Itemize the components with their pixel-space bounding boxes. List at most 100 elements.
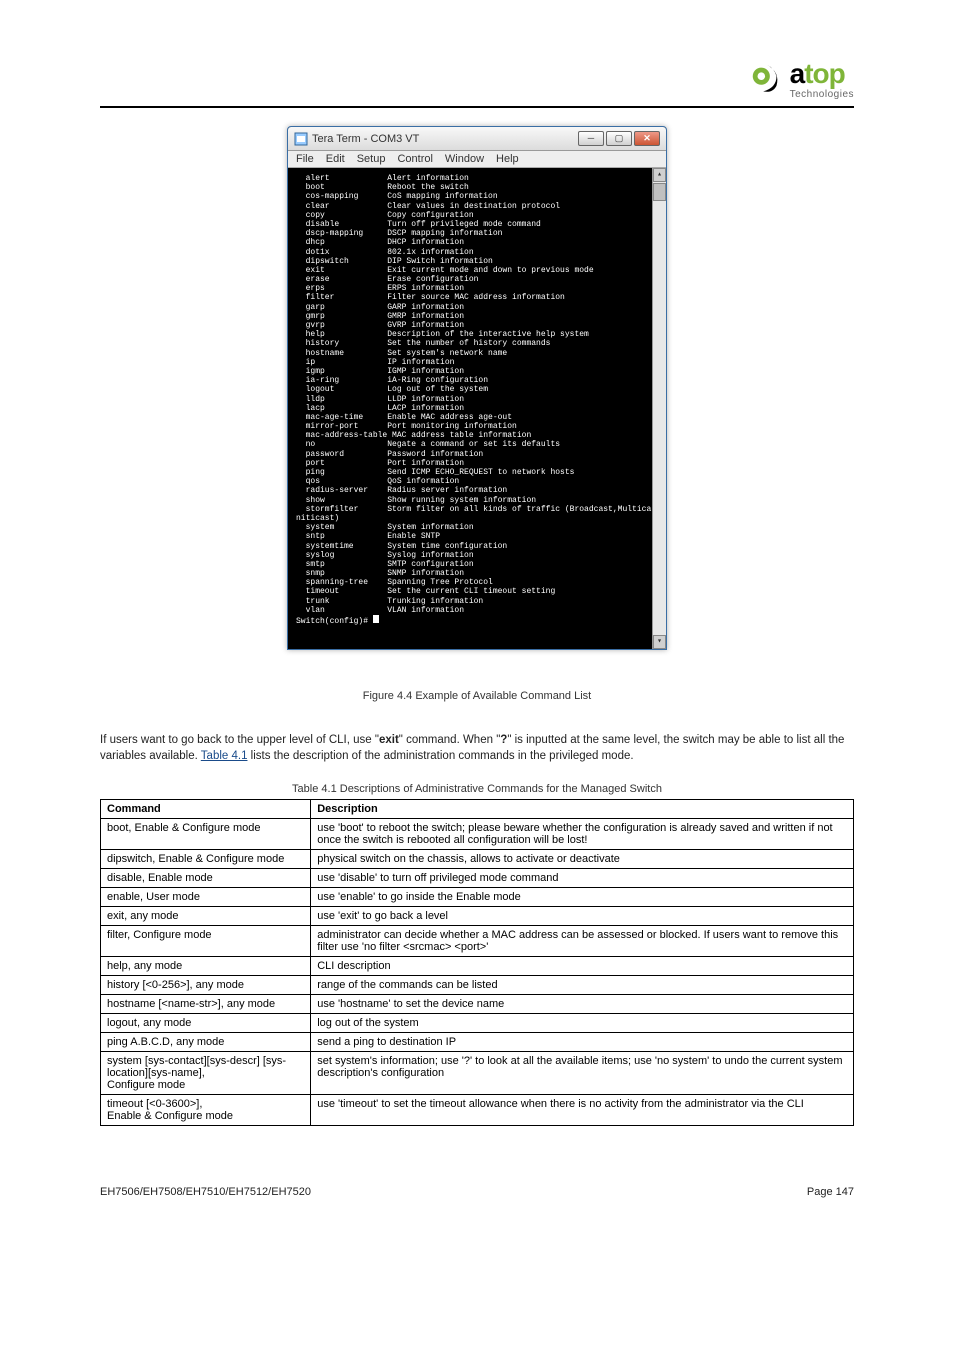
terminal-line: cos-mapping CoS mapping information — [296, 192, 658, 201]
terminal-line: syslog Syslog information — [296, 551, 658, 560]
terminal-line: no Negate a command or set its defaults — [296, 440, 658, 449]
table-row: logout, any modelog out of the system — [101, 1013, 854, 1032]
scrollbar[interactable]: ▴ ▾ — [652, 168, 666, 649]
terminal-line: password Password information — [296, 450, 658, 459]
table-row: ping A.B.C.D, any modesend a ping to des… — [101, 1032, 854, 1051]
footer-left: EH7506/EH7508/EH7510/EH7512/EH7520 — [100, 1186, 311, 1198]
table-cell: log out of the system — [311, 1013, 854, 1032]
table-row: disable, Enable modeuse 'disable' to tur… — [101, 868, 854, 887]
terminal-line: qos QoS information — [296, 477, 658, 486]
terminal-line: igmp IGMP information — [296, 367, 658, 376]
terminal-line: copy Copy configuration — [296, 211, 658, 220]
table-cell: system [sys-contact][sys-descr] [sys-loc… — [101, 1051, 311, 1094]
table-cell: use 'exit' to go back a level — [311, 906, 854, 925]
table-row: system [sys-contact][sys-descr] [sys-loc… — [101, 1051, 854, 1094]
table-cell: CLI description — [311, 956, 854, 975]
table-cell: help, any mode — [101, 956, 311, 975]
col-description: Description — [311, 799, 854, 818]
window-title-bar[interactable]: Tera Term - COM3 VT ─ ▢ ✕ — [288, 127, 666, 151]
terminal-line: dhcp DHCP information — [296, 238, 658, 247]
terminal-line: system System information — [296, 523, 658, 532]
table-row: timeout [<0-3600>], Enable & Configure m… — [101, 1094, 854, 1125]
table-cell: set system's information; use '?' to loo… — [311, 1051, 854, 1094]
terminal-line: help Description of the interactive help… — [296, 330, 658, 339]
table-row: hostname [<name-str>], any modeuse 'host… — [101, 994, 854, 1013]
menu-help[interactable]: Help — [496, 153, 519, 165]
terminal-line: timeout Set the current CLI timeout sett… — [296, 587, 658, 596]
table-row: enable, User modeuse 'enable' to go insi… — [101, 887, 854, 906]
table-cell: disable, Enable mode — [101, 868, 311, 887]
table-cell: use 'timeout' to set the timeout allowan… — [311, 1094, 854, 1125]
table-cell: exit, any mode — [101, 906, 311, 925]
terminal-line: lldp LLDP information — [296, 395, 658, 404]
terminal-line: mac-address-table MAC address table info… — [296, 431, 658, 440]
terminal-line: show Show running system information — [296, 496, 658, 505]
menu-window[interactable]: Window — [445, 153, 484, 165]
table-cell: enable, User mode — [101, 887, 311, 906]
terminal-line: ia-ring iA-Ring configuration — [296, 376, 658, 385]
terminal-line: smtp SMTP configuration — [296, 560, 658, 569]
table-caption: Table 4.1 Descriptions of Administrative… — [100, 783, 854, 795]
body-paragraph: If users want to go back to the upper le… — [100, 732, 854, 765]
terminal-line: dscp-mapping DSCP mapping information — [296, 229, 658, 238]
maximize-button[interactable]: ▢ — [606, 131, 632, 146]
terminal-line: spanning-tree Spanning Tree Protocol — [296, 578, 658, 587]
figure-caption: Figure 4.4 Example of Available Command … — [100, 690, 854, 702]
table-row: exit, any modeuse 'exit' to go back a le… — [101, 906, 854, 925]
terminal-line: stormfilter Storm filter on all kinds of… — [296, 505, 658, 514]
terminal-line: alert Alert information — [296, 174, 658, 183]
table-cell: use 'enable' to go inside the Enable mod… — [311, 887, 854, 906]
page-header: atop Technologies — [100, 60, 854, 108]
terminal-line: erase Erase configuration — [296, 275, 658, 284]
menu-setup[interactable]: Setup — [357, 153, 386, 165]
logo-subtext: Technologies — [790, 90, 854, 100]
terminal-line: mirror-port Port monitoring information — [296, 422, 658, 431]
app-icon — [294, 132, 308, 146]
terminal-line: dipswitch DIP Switch information — [296, 257, 658, 266]
terminal-line: sntp Enable SNTP — [296, 532, 658, 541]
menu-edit[interactable]: Edit — [326, 153, 345, 165]
table-row: history [<0-256>], any moderange of the … — [101, 975, 854, 994]
terminal-line: snmp SNMP information — [296, 569, 658, 578]
terminal-output[interactable]: alert Alert information boot Reboot the … — [288, 168, 666, 649]
logo: atop Technologies — [748, 60, 854, 100]
terminal-line: filter Filter source MAC address informa… — [296, 293, 658, 302]
table-cell: boot, Enable & Configure mode — [101, 818, 311, 849]
window-title: Tera Term - COM3 VT — [312, 133, 578, 145]
terminal-line: logout Log out of the system — [296, 385, 658, 394]
terminal-line: lacp LACP information — [296, 404, 658, 413]
terminal-line: systemtime System time configuration — [296, 542, 658, 551]
table-cell: physical switch on the chassis, allows t… — [311, 849, 854, 868]
terminal-line: boot Reboot the switch — [296, 183, 658, 192]
menu-file[interactable]: File — [296, 153, 314, 165]
table-row: dipswitch, Enable & Configure modephysic… — [101, 849, 854, 868]
table-cell: use 'boot' to reboot the switch; please … — [311, 818, 854, 849]
terminal-line: ping Send ICMP ECHO_REQUEST to network h… — [296, 468, 658, 477]
cursor-icon — [373, 615, 379, 623]
terminal-line: history Set the number of history comman… — [296, 339, 658, 348]
terminal-line: port Port information — [296, 459, 658, 468]
terminal-line: garp GARP information — [296, 303, 658, 312]
table-cell: history [<0-256>], any mode — [101, 975, 311, 994]
scroll-thumb[interactable] — [653, 183, 666, 201]
terminal-line: erps ERPS information — [296, 284, 658, 293]
footer-right: Page 147 — [807, 1186, 854, 1198]
scroll-down-icon[interactable]: ▾ — [653, 635, 666, 649]
terminal-line: gvrp GVRP information — [296, 321, 658, 330]
terminal-line: radius-server Radius server information — [296, 486, 658, 495]
minimize-button[interactable]: ─ — [578, 131, 604, 146]
table-cell: use 'disable' to turn off privileged mod… — [311, 868, 854, 887]
close-button[interactable]: ✕ — [634, 131, 660, 146]
logo-mark-icon — [748, 61, 786, 99]
command-table: Command Description boot, Enable & Confi… — [100, 799, 854, 1126]
scroll-up-icon[interactable]: ▴ — [653, 168, 666, 182]
menu-bar: File Edit Setup Control Window Help — [288, 151, 666, 168]
table-cell: hostname [<name-str>], any mode — [101, 994, 311, 1013]
table-cell: logout, any mode — [101, 1013, 311, 1032]
menu-control[interactable]: Control — [397, 153, 432, 165]
col-command: Command — [101, 799, 311, 818]
terminal-line: niticast) — [296, 514, 658, 523]
table-cell: timeout [<0-3600>], Enable & Configure m… — [101, 1094, 311, 1125]
table-reference-link[interactable]: Table 4.1 — [201, 750, 248, 762]
terminal-line: mac-age-time Enable MAC address age-out — [296, 413, 658, 422]
